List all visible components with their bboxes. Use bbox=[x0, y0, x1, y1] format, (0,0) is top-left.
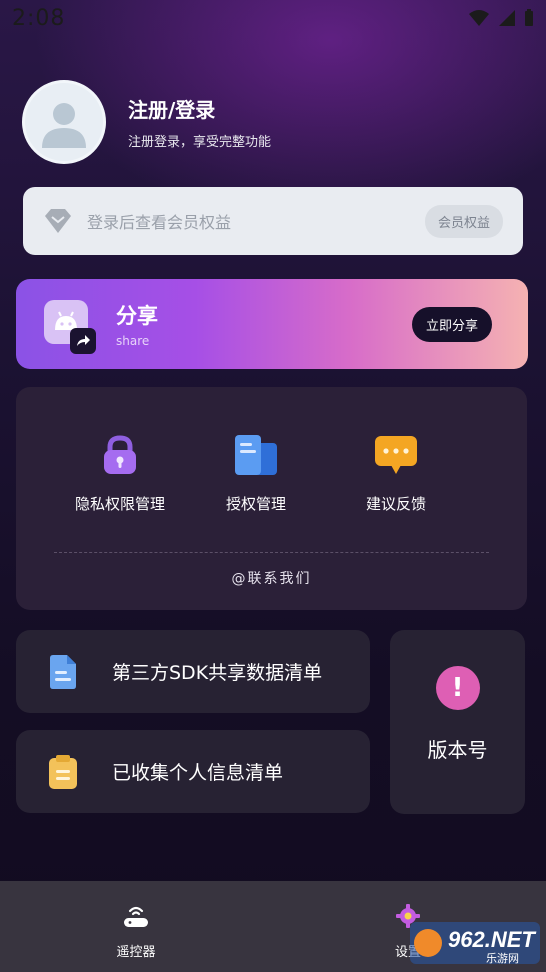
document-icon bbox=[50, 654, 76, 689]
privacy-permission-item[interactable]: 隐私权限管理 bbox=[50, 431, 190, 514]
sdk-shared-data-list-card[interactable]: 第三方SDK共享数据清单 bbox=[16, 630, 370, 713]
feedback-label: 建议反馈 bbox=[365, 495, 426, 513]
lock-icon bbox=[50, 431, 190, 479]
contact-us-link[interactable]: @联系我们 bbox=[16, 568, 527, 588]
share-text: 分享 share bbox=[116, 300, 412, 348]
svg-text:乐游网: 乐游网 bbox=[486, 952, 519, 965]
privacy-permission-label: 隐私权限管理 bbox=[74, 495, 165, 513]
version-card[interactable]: ! 版本号 bbox=[390, 630, 525, 814]
login-title[interactable]: 注册/登录 bbox=[128, 94, 271, 123]
wifi-icon bbox=[469, 10, 489, 26]
member-benefits-card[interactable]: 登录后查看会员权益 会员权益 bbox=[23, 187, 523, 255]
remote-router-icon bbox=[124, 906, 148, 927]
watermark-logo: 962.NET 乐游网 bbox=[408, 918, 542, 968]
feedback-item[interactable]: 建议反馈 bbox=[326, 431, 466, 514]
authorization-label: 授权管理 bbox=[225, 495, 286, 513]
signal-icon bbox=[499, 10, 515, 26]
clipboard-icon bbox=[49, 754, 77, 789]
share-now-button[interactable]: 立即分享 bbox=[411, 306, 492, 342]
personal-info-list-label: 已收集个人信息清单 bbox=[112, 762, 284, 784]
authorization-item[interactable]: 授权管理 bbox=[186, 431, 326, 514]
battery-icon bbox=[525, 9, 533, 26]
share-title: 分享 bbox=[116, 304, 158, 328]
share-subtitle: share bbox=[116, 334, 150, 348]
documents-icon bbox=[186, 431, 326, 479]
diamond-icon bbox=[45, 209, 71, 233]
personal-info-list-card[interactable]: 已收集个人信息清单 bbox=[16, 730, 370, 813]
status-time: 2:08 bbox=[12, 5, 66, 31]
user-silhouette-icon bbox=[42, 103, 86, 148]
profile-text: 注册/登录 注册登录，享受完整功能 bbox=[128, 94, 271, 150]
status-bar: 2:08 bbox=[0, 0, 546, 36]
login-subtitle: 注册登录，享受完整功能 bbox=[128, 135, 272, 150]
tools-panel: 隐私权限管理 授权管理 建议反馈 @联系我们 bbox=[16, 387, 527, 610]
profile-header[interactable]: 注册/登录 注册登录，享受完整功能 bbox=[22, 80, 271, 164]
nav-label-remote: 遥控器 bbox=[116, 945, 156, 960]
exclamation-icon: ! bbox=[435, 666, 480, 710]
svg-text:962.NET: 962.NET bbox=[448, 927, 536, 952]
member-benefits-text: 登录后查看会员权益 bbox=[87, 213, 232, 232]
share-card[interactable]: 分享 share 立即分享 bbox=[16, 279, 528, 369]
status-icons bbox=[468, 9, 534, 27]
dashed-divider bbox=[54, 552, 489, 553]
avatar[interactable] bbox=[22, 80, 106, 164]
share-arrow-icon bbox=[70, 328, 96, 354]
nav-item-remote[interactable]: 遥控器 bbox=[91, 903, 181, 960]
member-benefits-button[interactable]: 会员权益 bbox=[424, 204, 503, 238]
sdk-shared-data-list-label: 第三方SDK共享数据清单 bbox=[112, 662, 323, 684]
chat-bubble-icon bbox=[326, 431, 466, 479]
version-label: 版本号 bbox=[427, 738, 488, 762]
share-app-icon bbox=[44, 300, 96, 354]
